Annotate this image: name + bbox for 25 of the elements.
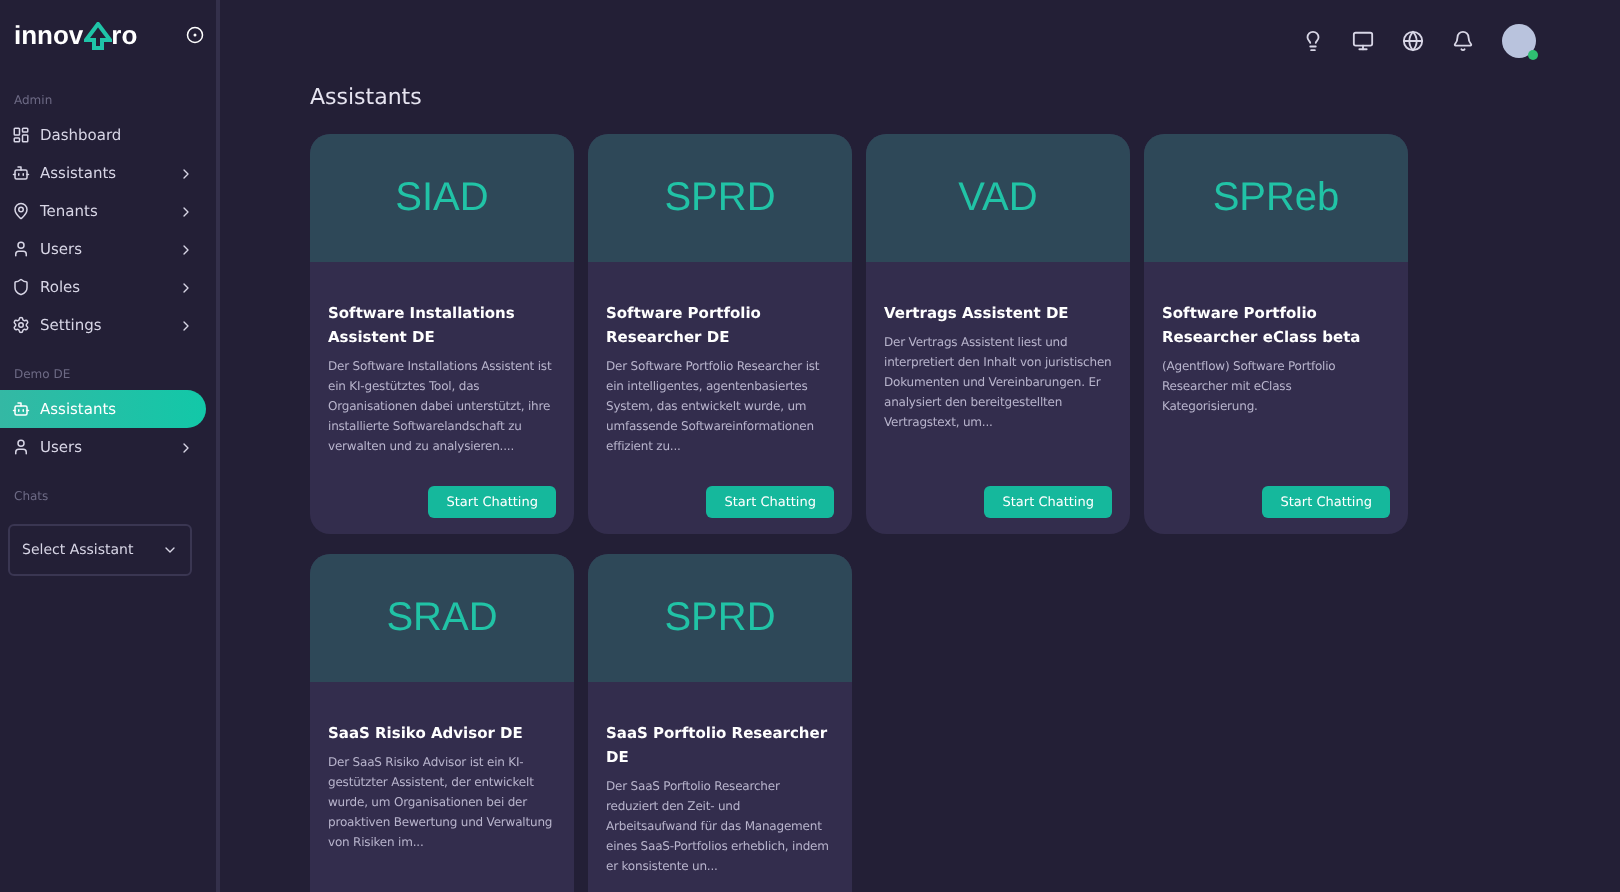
caret-icon [162, 542, 178, 558]
user-avatar[interactable] [1502, 23, 1536, 57]
card-code: SPRD [588, 554, 852, 682]
user-icon [12, 438, 30, 456]
card-code: SIAD [310, 134, 574, 262]
card-code: VAD [866, 134, 1130, 262]
dashboard-icon [12, 126, 30, 144]
online-status-dot [1528, 49, 1538, 59]
card-code: SPRD [588, 134, 852, 262]
logo-text: innov [14, 20, 84, 50]
globe-icon[interactable] [1402, 29, 1424, 51]
robot-icon [12, 400, 30, 418]
collapse-toggle-icon[interactable] [186, 26, 204, 44]
card-code: SRAD [310, 554, 574, 682]
logo-text: ro [111, 20, 138, 50]
card-code: SPReb [1144, 134, 1408, 262]
user-icon [12, 240, 30, 258]
pin-icon [12, 202, 30, 220]
page-title: Assistants [310, 84, 424, 110]
robot-icon [12, 164, 30, 182]
gear-icon [12, 316, 30, 334]
monitor-icon[interactable] [1352, 29, 1374, 51]
notifications-icon[interactable] [1452, 29, 1474, 51]
lightbulb-icon[interactable] [1302, 29, 1324, 51]
shield-icon [12, 278, 30, 296]
